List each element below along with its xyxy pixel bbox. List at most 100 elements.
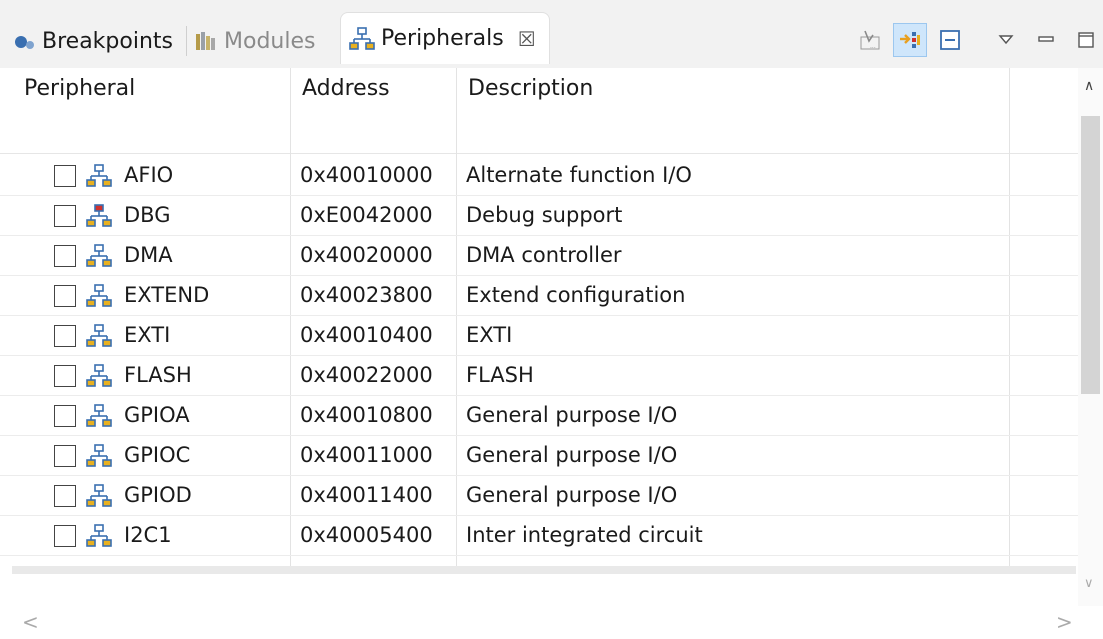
- remove-all-icon: ...: [860, 30, 880, 50]
- peripheral-address: 0xE0042000: [300, 203, 433, 227]
- peripheral-address: 0x40023800: [300, 283, 433, 307]
- modules-icon: [194, 30, 218, 52]
- table-row[interactable]: FLASH 0x40022000 FLASH: [0, 356, 1078, 396]
- minimize-icon: [1038, 36, 1054, 42]
- row-checkbox[interactable]: [54, 525, 76, 547]
- peripheral-description: DMA controller: [466, 243, 622, 267]
- table-row[interactable]: EXTEND 0x40023800 Extend configuration: [0, 276, 1078, 316]
- scroll-down-icon[interactable]: ∨: [1084, 576, 1094, 591]
- peripheral-name: DBG: [124, 203, 171, 227]
- peripheral-description: General purpose I/O: [466, 443, 678, 467]
- peripheral-description: Inter integrated circuit: [466, 523, 703, 547]
- peripheral-icon: [86, 403, 112, 434]
- tab-breakpoints-label: Breakpoints: [42, 28, 173, 54]
- minimize-button[interactable]: [1029, 23, 1063, 57]
- peripheral-description: General purpose I/O: [466, 403, 678, 427]
- tab-modules[interactable]: Modules: [194, 18, 315, 64]
- link-with-editor-button[interactable]: [893, 23, 927, 57]
- column-header-peripheral[interactable]: Peripheral: [24, 76, 135, 101]
- peripheral-address: 0x40020000: [300, 243, 433, 267]
- peripheral-address: 0x40011400: [300, 483, 433, 507]
- table-row[interactable]: DMA 0x40020000 DMA controller: [0, 236, 1078, 276]
- vertical-scrollbar[interactable]: ∧ ∨: [1078, 68, 1103, 608]
- link-icon: [900, 32, 920, 48]
- row-checkbox[interactable]: [54, 445, 76, 467]
- column-header-address[interactable]: Address: [302, 76, 390, 101]
- peripheral-icon: [86, 443, 112, 474]
- peripheral-icon: [86, 323, 112, 354]
- peripheral-description: EXTI: [466, 323, 513, 347]
- table-row[interactable]: DBG 0xE0042000 Debug support: [0, 196, 1078, 236]
- maximize-button[interactable]: [1069, 23, 1103, 57]
- peripheral-name: EXTEND: [124, 283, 210, 307]
- peripheral-name: AFIO: [124, 163, 174, 187]
- row-checkbox[interactable]: [54, 405, 76, 427]
- peripheral-description: Alternate function I/O: [466, 163, 692, 187]
- peripheral-icon: [86, 163, 112, 194]
- peripheral-icon: [86, 283, 112, 314]
- peripheral-description: General purpose I/O: [466, 483, 678, 507]
- view-toolbar: ...: [847, 20, 1103, 60]
- peripheral-address: 0x40005400: [300, 523, 433, 547]
- row-checkbox[interactable]: [54, 285, 76, 307]
- peripheral-description: FLASH: [466, 363, 534, 387]
- column-header-description[interactable]: Description: [468, 76, 593, 101]
- tab-modules-label: Modules: [224, 28, 316, 54]
- view-menu-button[interactable]: [989, 23, 1023, 57]
- peripheral-name: I2C1: [124, 523, 172, 547]
- peripheral-icon: [86, 483, 112, 514]
- peripheral-address: 0x40022000: [300, 363, 433, 387]
- row-checkbox[interactable]: [54, 325, 76, 347]
- peripheral-icon: [86, 243, 112, 274]
- row-checkbox[interactable]: [54, 245, 76, 267]
- svg-text:...: ...: [870, 43, 876, 50]
- peripheral-address: 0x40010000: [300, 163, 433, 187]
- peripheral-description: Debug support: [466, 203, 623, 227]
- view-tab-bar: Breakpoints Modules Peripherals ☒ ...: [0, 0, 1103, 68]
- peripheral-address: 0x40010400: [300, 323, 433, 347]
- peripheral-icon: [86, 523, 112, 554]
- scroll-left-icon[interactable]: <: [22, 610, 39, 634]
- peripheral-description: Extend configuration: [466, 283, 686, 307]
- close-icon[interactable]: ☒: [518, 27, 536, 51]
- horizontal-scrollbar[interactable]: < >: [0, 606, 1103, 639]
- peripheral-name: DMA: [124, 243, 173, 267]
- row-checkbox[interactable]: [54, 365, 76, 387]
- peripheral-red-icon: [86, 203, 112, 234]
- peripheral-address: 0x40011000: [300, 443, 433, 467]
- row-checkbox[interactable]: [54, 165, 76, 187]
- table-row[interactable]: AFIO 0x40010000 Alternate function I/O: [0, 156, 1078, 196]
- peripherals-icon: [349, 26, 375, 52]
- table-footer-band: [12, 566, 1076, 574]
- peripheral-name: EXTI: [124, 323, 171, 347]
- peripheral-name: GPIOD: [124, 483, 192, 507]
- tab-peripherals-label: Peripherals: [381, 26, 504, 51]
- view-menu-icon: [998, 35, 1014, 45]
- row-checkbox[interactable]: [54, 205, 76, 227]
- scrollbar-thumb[interactable]: [1081, 116, 1100, 394]
- breakpoints-icon: [14, 31, 36, 51]
- peripheral-name: FLASH: [124, 363, 192, 387]
- table-row[interactable]: I2C1 0x40005400 Inter integrated circuit: [0, 516, 1078, 556]
- scroll-right-icon[interactable]: >: [1056, 610, 1073, 634]
- collapse-all-button[interactable]: [933, 23, 967, 57]
- scroll-up-icon[interactable]: ∧: [1084, 78, 1094, 94]
- table-body: AFIO 0x40010000 Alternate function I/O DBG 0…: [0, 156, 1078, 556]
- peripherals-table: Peripheral Address Description AFIO 0x400…: [0, 68, 1078, 568]
- table-row[interactable]: GPIOC 0x40011000 General purpose I/O: [0, 436, 1078, 476]
- tab-peripherals[interactable]: Peripherals ☒: [340, 12, 550, 64]
- peripheral-icon: [86, 363, 112, 394]
- table-row[interactable]: GPIOA 0x40010800 General purpose I/O: [0, 396, 1078, 436]
- collapse-all-icon: [940, 30, 960, 50]
- remove-all-button[interactable]: ...: [853, 23, 887, 57]
- maximize-icon: [1078, 32, 1094, 48]
- peripheral-address: 0x40010800: [300, 403, 433, 427]
- peripheral-name: GPIOA: [124, 403, 190, 427]
- row-checkbox[interactable]: [54, 485, 76, 507]
- tab-divider: [186, 26, 187, 56]
- tab-breakpoints[interactable]: Breakpoints: [14, 18, 173, 64]
- table-row[interactable]: EXTI 0x40010400 EXTI: [0, 316, 1078, 356]
- table-header: Peripheral Address Description: [0, 68, 1078, 154]
- peripheral-name: GPIOC: [124, 443, 191, 467]
- table-row[interactable]: GPIOD 0x40011400 General purpose I/O: [0, 476, 1078, 516]
